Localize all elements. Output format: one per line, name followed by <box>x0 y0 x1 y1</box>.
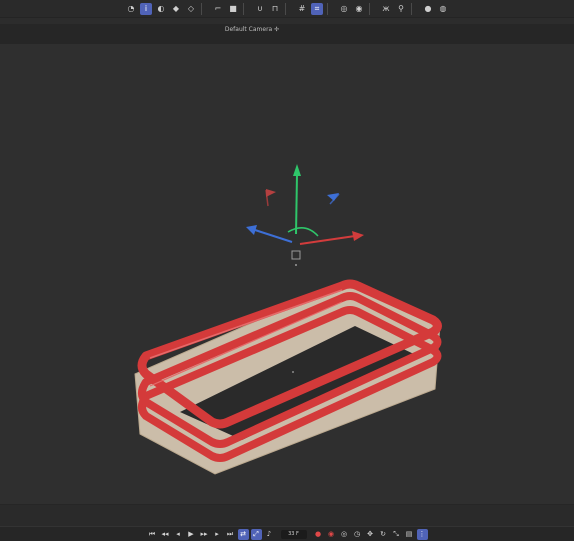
step-back-icon[interactable]: ◂◂ <box>160 529 171 540</box>
axis-gizmo[interactable] <box>246 164 364 266</box>
param-key-icon[interactable]: ▤ <box>404 529 415 540</box>
eye-icon[interactable]: ● <box>422 3 434 15</box>
square-icon[interactable]: ■ <box>227 3 239 15</box>
viewport-3d[interactable] <box>0 44 574 504</box>
camera-target-icon <box>291 250 301 260</box>
x-axis-arrow <box>352 231 364 241</box>
cursor-icon[interactable]: ◔ <box>125 3 137 15</box>
range-icon[interactable]: ⤢ <box>250 528 262 540</box>
red-flag-icon <box>265 189 276 207</box>
z-axis-line <box>254 229 293 243</box>
keyframe-icon[interactable]: ◎ <box>339 529 350 540</box>
timeline-strip <box>0 504 574 527</box>
toolbar-divider <box>369 2 376 15</box>
move-key-icon[interactable]: ✥ <box>365 529 376 540</box>
clock-icon[interactable]: ◷ <box>352 529 363 540</box>
grid-key-icon[interactable]: ⋮ <box>416 528 428 540</box>
toolbar-divider <box>285 2 292 15</box>
brush-icon[interactable]: ⚲ <box>395 3 407 15</box>
model-center-dot <box>292 371 294 373</box>
grid-snap-icon[interactable]: ⌗ <box>311 2 323 15</box>
timeline-controls: ⏮ ◂◂ ◂ ▶ ▸▸ ▸ ⏭ ⇄ ⤢ ♪ 33 F ● ◉ ◎ ◷ ✥ ↻ ⤡… <box>0 526 574 541</box>
frame-field[interactable]: 33 F <box>280 529 307 539</box>
blue-flag-icon <box>327 193 340 205</box>
skip-start-icon[interactable]: ⏮ <box>147 529 158 540</box>
skip-end-icon[interactable]: ⏭ <box>225 529 236 540</box>
audio-icon[interactable]: ♪ <box>264 529 275 540</box>
cube-wire-icon[interactable]: ◇ <box>185 3 197 15</box>
contrast-icon[interactable]: ◐ <box>155 3 167 15</box>
model-rings[interactable] <box>134 279 442 475</box>
rotation-arc <box>287 227 319 237</box>
circle-icon[interactable]: ◎ <box>338 3 350 15</box>
y-axis-line <box>295 173 298 235</box>
visibility-icon[interactable]: ◍ <box>437 3 449 15</box>
rotate-key-icon[interactable]: ↻ <box>378 529 389 540</box>
toolbar-divider <box>411 2 418 15</box>
toolbar-divider <box>243 2 250 15</box>
x-axis-line <box>299 235 356 245</box>
y-axis-arrow <box>293 164 301 176</box>
z-axis-arrow <box>246 225 257 235</box>
play-back-icon[interactable]: ◂ <box>173 529 184 540</box>
camera-label[interactable]: Default Camera ✢ <box>225 26 279 33</box>
play-icon[interactable]: ▶ <box>186 529 197 540</box>
camera-header: Default Camera ✢ <box>0 24 574 44</box>
magnet-icon[interactable]: ∪ <box>254 3 266 15</box>
step-forward-icon[interactable]: ▸▸ <box>199 529 210 540</box>
loop-icon[interactable]: ⇄ <box>237 528 249 540</box>
butterfly-icon[interactable]: ж <box>380 3 392 15</box>
play-forward-icon[interactable]: ▸ <box>212 529 223 540</box>
grid-icon[interactable]: # <box>296 3 308 15</box>
record-icon[interactable]: ● <box>313 529 324 540</box>
autokey-icon[interactable]: ◉ <box>326 529 337 540</box>
toolbar-divider <box>327 2 334 15</box>
cube-shaded-icon[interactable]: ◆ <box>170 3 182 15</box>
sphere-icon[interactable]: ◉ <box>353 3 365 15</box>
toolbar-divider <box>201 2 208 15</box>
top-toolbar: ◔ i ◐ ◆ ◇ ⌐ ■ ∪ ⊓ # ⌗ ◎ ◉ ж ⚲ ● ◍ <box>0 0 574 18</box>
crop-icon[interactable]: ⌐ <box>212 3 224 15</box>
lock-icon[interactable]: ⊓ <box>269 3 281 15</box>
viewport-canvas <box>134 164 442 475</box>
scale-key-icon[interactable]: ⤡ <box>391 529 402 540</box>
pivot-dot <box>295 264 297 266</box>
info-icon[interactable]: i <box>140 2 152 15</box>
